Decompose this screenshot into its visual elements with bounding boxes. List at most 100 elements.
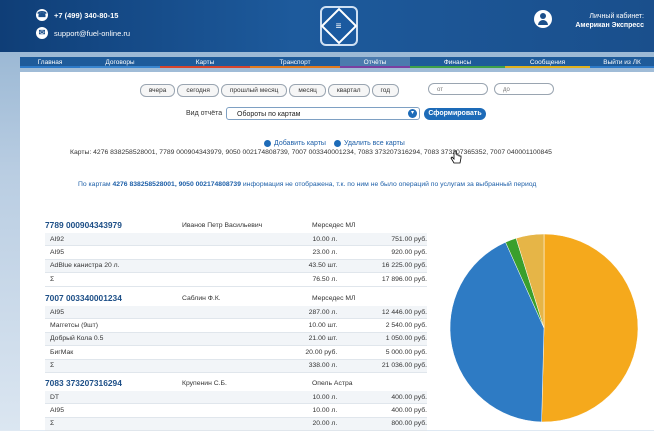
nav-underline	[590, 66, 654, 68]
card-vehicle: Мерседес МЛ	[312, 221, 356, 229]
nav-item-6[interactable]: Сообщения	[505, 57, 590, 68]
nav-item-5[interactable]: Финансы	[410, 57, 505, 68]
period-button[interactable]: прошлый месяц	[220, 84, 288, 97]
row-quantity: 10.00 л.	[312, 407, 338, 415]
table-row: AdBlue канистра 20 л. 43.50 шт. 16 225.00 …	[45, 259, 427, 274]
row-amount: 400.00 руб.	[391, 393, 427, 401]
nav-item-0[interactable]: Главная	[20, 57, 80, 68]
info-cards: 4276 838258528001, 9050 002174808739	[112, 181, 241, 188]
row-item: Σ	[50, 420, 55, 428]
row-quantity: 23.00 л.	[312, 249, 338, 257]
period-button[interactable]: год	[371, 84, 400, 97]
row-quantity: 43.50 шт.	[308, 262, 338, 270]
card-header: 7789 000904343979 Иванов Петр Васильевич М…	[45, 217, 427, 233]
email-contact[interactable]: ✉ support@fuel-online.ru	[36, 27, 130, 39]
nav-underline	[340, 66, 410, 68]
user-account-icon[interactable]	[534, 10, 552, 28]
table-row: AI95 10.00 л. 400.00 руб.	[45, 404, 427, 418]
hand-cursor-icon	[450, 150, 462, 164]
main-navigation: Главная Договоры Карты Транспорт Отчёты Финан…	[20, 57, 654, 68]
nav-item-3[interactable]: Транспорт	[250, 57, 340, 68]
row-item: Σ	[50, 362, 55, 370]
add-cards[interactable]: Добавить карты	[264, 140, 326, 147]
add-icon	[264, 140, 271, 147]
nav-underline	[160, 66, 250, 68]
logo[interactable]: ≡	[320, 6, 358, 46]
table-row: AI95 23.00 л. 920.00 руб.	[45, 246, 427, 260]
card-report-table: 7007 003340001234 Саблин Ф.К. Мерседес МЛ A…	[45, 290, 427, 373]
pie-slice-1	[541, 233, 639, 423]
date-from-input[interactable]: от	[428, 83, 488, 95]
nav-item-1[interactable]: Договоры	[80, 57, 160, 68]
table-row: Маггетсы (9шт) 10.00 шт. 2 540.00 руб.	[45, 319, 427, 333]
remove-cards-link[interactable]: Удалить все карты	[344, 140, 405, 147]
mail-icon: ✉	[36, 27, 48, 39]
row-quantity: 10.00 л.	[312, 393, 338, 401]
account-name: Американ Экспресс	[575, 22, 644, 29]
nav-item-7[interactable]: Выйти из ЛК	[590, 57, 654, 68]
row-quantity: 10.00 шт.	[308, 322, 338, 330]
row-item: БигМак	[50, 348, 74, 356]
row-amount: 5 000.00 руб.	[385, 348, 427, 356]
nav-underline	[80, 66, 160, 68]
header-bar: ☎ +7 (499) 340-80-15 ✉ support@fuel-onli…	[0, 0, 654, 52]
row-amount: 920.00 руб.	[391, 249, 427, 257]
table-row: Σ 20.00 л. 800.00 руб.	[45, 417, 427, 431]
card-header: 7007 003340001234 Саблин Ф.К. Мерседес МЛ	[45, 290, 427, 306]
row-quantity: 20.00 л.	[312, 420, 338, 428]
period-button[interactable]: вчера	[140, 84, 176, 97]
row-amount: 21 036.00 руб.	[381, 362, 427, 370]
row-amount: 16 225.00 руб.	[381, 262, 427, 270]
chevron-down-icon: ▾	[408, 109, 417, 118]
nav-underline	[505, 66, 590, 68]
card-number[interactable]: 7083 373207316294	[45, 378, 182, 388]
account-info[interactable]: Личный кабинет: Американ Экспресс	[560, 12, 644, 30]
report-type-label: Вид отчёта	[186, 110, 223, 117]
row-amount: 2 540.00 руб.	[385, 322, 427, 330]
nav-item-4[interactable]: Отчёты	[340, 57, 410, 68]
row-amount: 1 050.00 руб.	[385, 335, 427, 343]
account-label: Личный кабинет:	[589, 13, 644, 20]
table-row: Σ 76.50 л. 17 896.00 руб.	[45, 273, 427, 287]
add-cards-link[interactable]: Добавить карты	[274, 140, 326, 147]
card-number[interactable]: 7007 003340001234	[45, 293, 182, 303]
remove-icon	[334, 140, 341, 147]
phone-icon: ☎	[36, 9, 48, 21]
row-amount: 12 446.00 руб.	[381, 308, 427, 316]
row-item: DT	[50, 393, 60, 401]
remove-cards[interactable]: Удалить все карты	[334, 140, 405, 147]
row-quantity: 21.00 шт.	[308, 335, 338, 343]
selected-cards-list: Карты: 4276 838258528001, 7789 000904343…	[70, 149, 552, 156]
card-vehicle: Мерседес МЛ	[312, 294, 356, 302]
info-suffix: информация не отображена, т.к. по ним не…	[242, 181, 537, 188]
period-button[interactable]: квартал	[327, 84, 370, 97]
nav-underline	[410, 66, 505, 68]
nav-underline	[250, 66, 340, 68]
table-row: Σ 338.00 л. 21 036.00 руб.	[45, 359, 427, 373]
card-owner: Крупенин С.Б.	[182, 379, 227, 387]
phone-contact: ☎ +7 (499) 340-80-15	[36, 9, 118, 21]
period-button[interactable]: сегодня	[177, 84, 219, 97]
info-message: По картам 4276 838258528001, 9050 002174…	[78, 181, 536, 188]
logo-mark: ≡	[336, 20, 342, 32]
row-item: Добрый Кола 0.5	[50, 335, 104, 343]
nav-underline	[20, 66, 80, 68]
row-quantity: 287.00 л.	[308, 308, 338, 316]
row-item: AI92	[50, 235, 64, 243]
table-row: AI95 287.00 л. 12 446.00 руб.	[45, 306, 427, 320]
table-row: AI92 10.00 л. 751.00 руб.	[45, 233, 427, 247]
generate-button[interactable]: Сформировать	[424, 108, 486, 120]
info-prefix: По картам	[78, 181, 111, 188]
card-number[interactable]: 7789 000904343979	[45, 220, 182, 230]
nav-item-2[interactable]: Карты	[160, 57, 250, 68]
support-email[interactable]: support@fuel-online.ru	[54, 29, 130, 38]
period-button[interactable]: месяц	[289, 84, 326, 97]
report-type-select[interactable]: Обороты по картам ▾	[226, 107, 420, 120]
period-buttons: вчера сегодня прошлый месяц месяц квартал год	[140, 84, 401, 97]
card-header: 7083 373207316294 Крупенин С.Б. Опель Астр…	[45, 375, 427, 391]
date-to-input[interactable]: до	[494, 83, 554, 95]
row-item: AdBlue канистра 20 л.	[50, 262, 120, 270]
row-item: AI95	[50, 407, 64, 415]
row-quantity: 20.00 руб.	[305, 348, 338, 356]
row-amount: 17 896.00 руб.	[381, 275, 427, 283]
